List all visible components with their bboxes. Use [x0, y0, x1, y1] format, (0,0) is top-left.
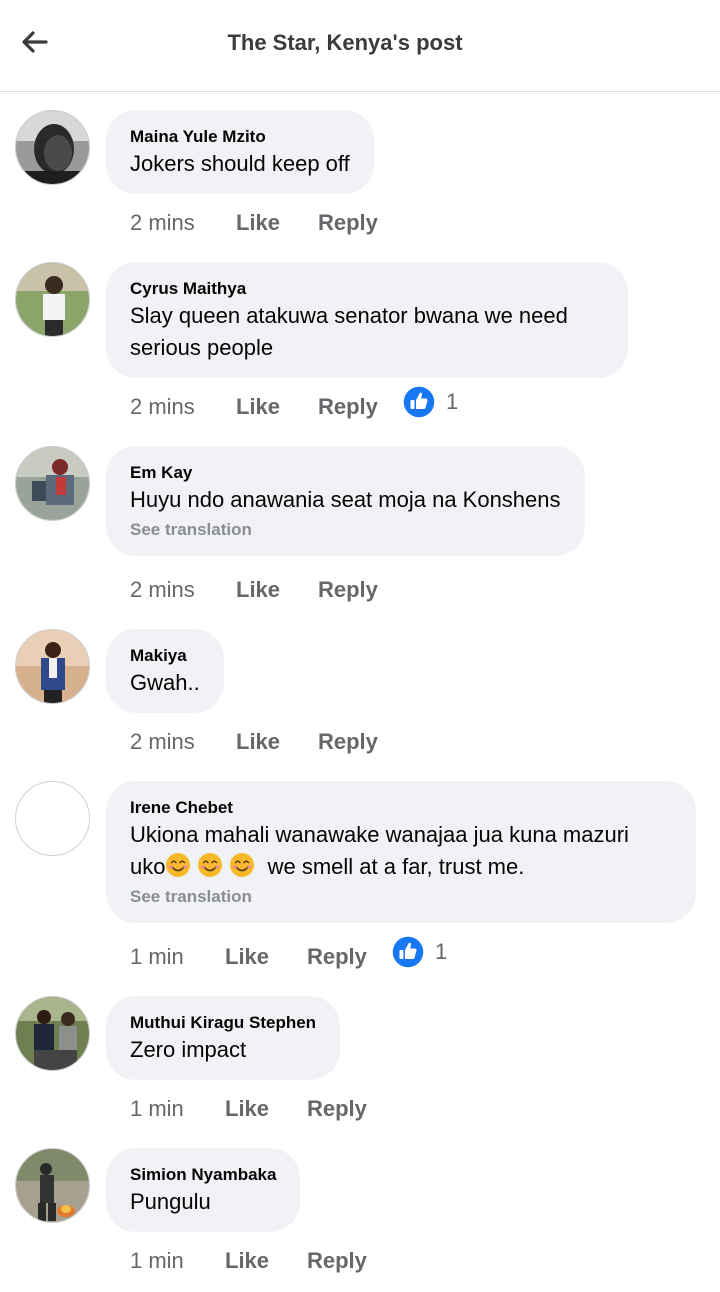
- reply-button[interactable]: Reply: [318, 729, 402, 755]
- reactions-summary[interactable]: 1: [402, 385, 458, 419]
- comment-actions: 1 min Like Reply: [130, 1093, 391, 1125]
- reaction-count: 1: [446, 389, 459, 414]
- comment-time[interactable]: 2 mins: [130, 729, 236, 755]
- comment-time[interactable]: 2 mins: [130, 577, 236, 603]
- comment-time[interactable]: 1 min: [130, 1096, 225, 1122]
- comment-text: Zero impact: [130, 1037, 247, 1062]
- avatar[interactable]: [15, 629, 90, 704]
- smiling-face-icon: [229, 852, 255, 878]
- avatar[interactable]: [15, 781, 90, 856]
- comment-text-line-1: Ukiona mahali wanawake wanajaa jua kuna …: [130, 822, 629, 847]
- text-suffix: we smell at a far, trust me.: [261, 854, 525, 879]
- comment-bubble: Makiya Gwah..: [106, 629, 224, 713]
- comment-author[interactable]: Em Kay: [130, 462, 561, 484]
- like-reaction-icon: [391, 935, 425, 969]
- reply-button[interactable]: Reply: [318, 394, 402, 420]
- reply-button[interactable]: Reply: [318, 210, 402, 236]
- comment-bubble: Maina Yule Mzito Jokers should keep off: [106, 110, 374, 194]
- comment-author[interactable]: Cyrus Maithya: [130, 278, 604, 300]
- comment-text: Jokers should keep off: [130, 151, 350, 176]
- like-button[interactable]: Like: [236, 394, 318, 420]
- comment-bubble: Cyrus Maithya Slay queen atakuwa senator…: [106, 262, 628, 378]
- reaction-count: 1: [435, 939, 448, 964]
- text-prefix: uko: [130, 854, 166, 879]
- avatar[interactable]: [15, 1148, 90, 1223]
- comment-actions: 1 min Like Reply: [130, 1245, 391, 1277]
- comment-time[interactable]: 2 mins: [130, 210, 236, 236]
- comment-text: Gwah..: [130, 670, 200, 695]
- comment-time[interactable]: 1 min: [130, 944, 225, 970]
- comment-actions: 2 mins Like Reply 1: [130, 391, 458, 423]
- like-button[interactable]: Like: [225, 1248, 307, 1274]
- smiling-face-icon: [197, 852, 223, 878]
- page-title: The Star, Kenya's post: [227, 30, 463, 55]
- comment-author[interactable]: Irene Chebet: [130, 797, 672, 819]
- comment-bubble: Em Kay Huyu ndo anawania seat moja na Ko…: [106, 446, 585, 556]
- top-bar: The Star, Kenya's post: [0, 0, 720, 92]
- comment-time[interactable]: 2 mins: [130, 394, 236, 420]
- reply-button[interactable]: Reply: [307, 1096, 391, 1122]
- comment-text: Pungulu: [130, 1189, 211, 1214]
- comment-actions: 2 mins Like Reply: [130, 574, 402, 606]
- reactions-summary[interactable]: 1: [391, 935, 447, 969]
- comment-actions: 2 mins Like Reply: [130, 207, 402, 239]
- like-button[interactable]: Like: [225, 1096, 307, 1122]
- see-translation-link[interactable]: See translation: [130, 518, 561, 542]
- reply-button[interactable]: Reply: [318, 577, 402, 603]
- comment-author[interactable]: Muthui Kiragu Stephen: [130, 1012, 316, 1034]
- comment-text-line-1: Slay queen atakuwa senator bwana we need: [130, 303, 568, 328]
- comment-author[interactable]: Makiya: [130, 645, 200, 667]
- comment-text-line-2: serious people: [130, 335, 274, 360]
- comment-author[interactable]: Maina Yule Mzito: [130, 126, 350, 148]
- reply-button[interactable]: Reply: [307, 1248, 391, 1274]
- reply-button[interactable]: Reply: [307, 944, 391, 970]
- avatar[interactable]: [15, 996, 90, 1071]
- comment-actions: 1 min Like Reply 1: [130, 941, 447, 973]
- smiling-face-icon: [165, 852, 191, 878]
- like-button[interactable]: Like: [236, 577, 318, 603]
- avatar[interactable]: [15, 262, 90, 337]
- comment-text-line-2: uko we smell at a far, trust me.: [130, 851, 672, 883]
- avatar[interactable]: [15, 110, 90, 185]
- comment-bubble: Irene Chebet Ukiona mahali wanawake wana…: [106, 781, 696, 923]
- comment-author[interactable]: Simion Nyambaka: [130, 1164, 276, 1186]
- like-button[interactable]: Like: [236, 729, 318, 755]
- like-reaction-icon: [402, 385, 436, 419]
- avatar[interactable]: [15, 446, 90, 521]
- see-translation-link[interactable]: See translation: [130, 885, 672, 909]
- like-button[interactable]: Like: [225, 944, 307, 970]
- comment-bubble: Simion Nyambaka Pungulu: [106, 1148, 301, 1232]
- comment-text: Huyu ndo anawania seat moja na Konshens: [130, 487, 561, 512]
- like-button[interactable]: Like: [236, 210, 318, 236]
- comment-bubble: Muthui Kiragu Stephen Zero impact: [106, 996, 341, 1080]
- comment-actions: 2 mins Like Reply: [130, 726, 402, 758]
- comment-time[interactable]: 1 min: [130, 1248, 225, 1274]
